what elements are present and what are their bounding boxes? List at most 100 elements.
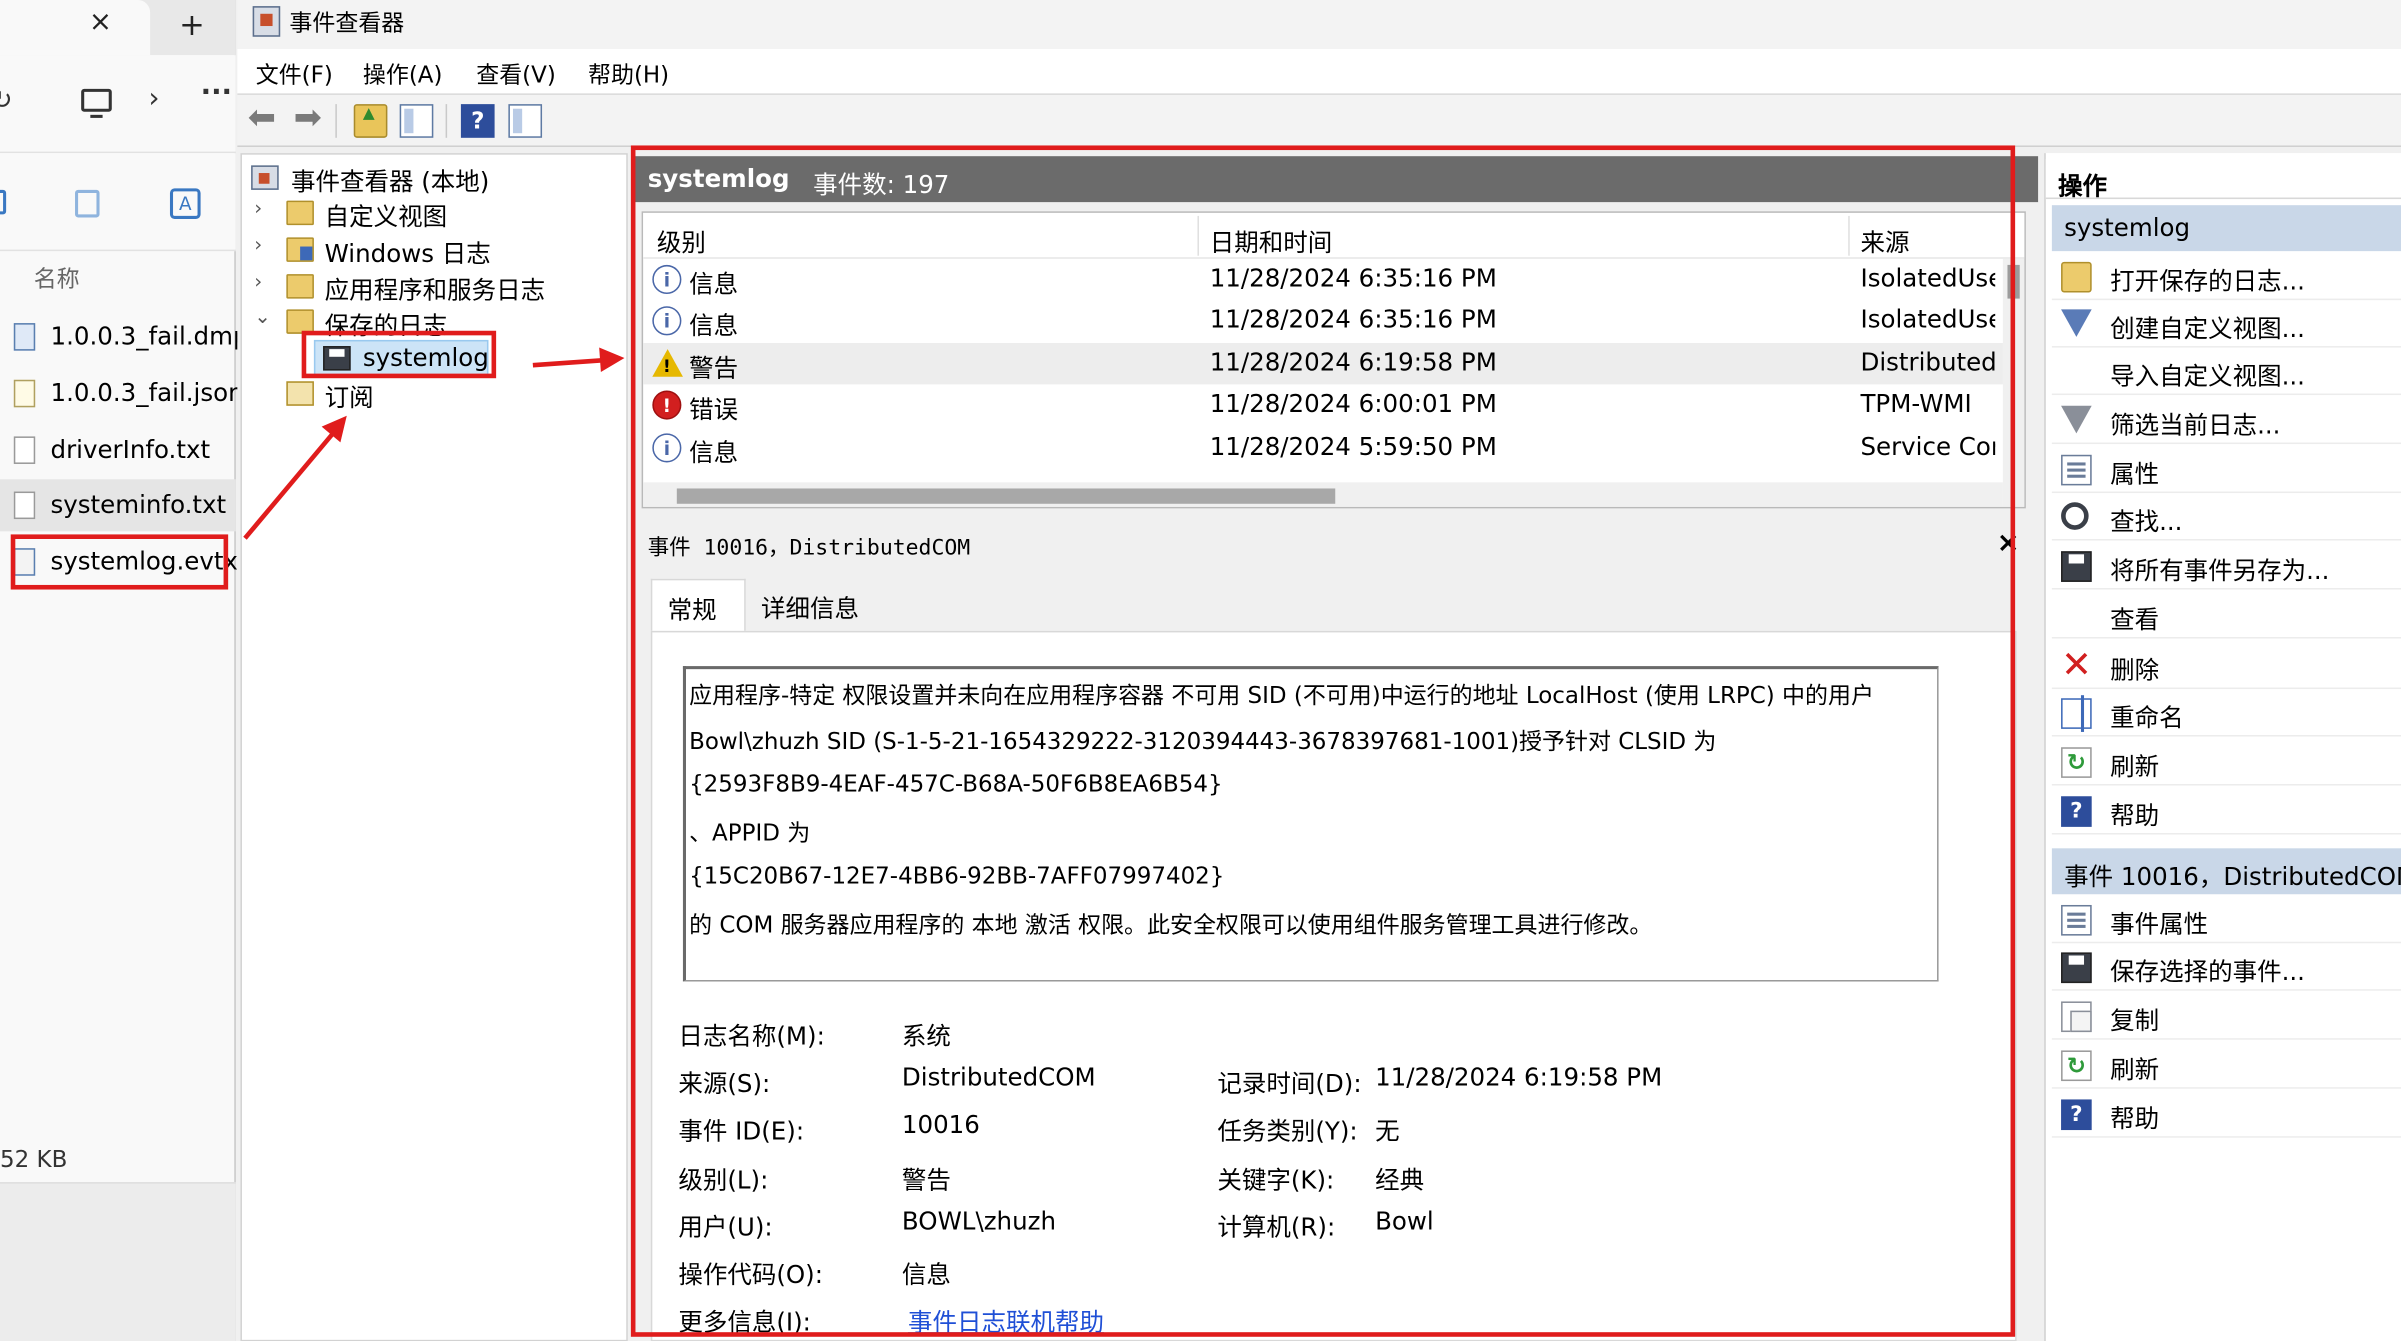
file-name: 1.0.0.3_fail.dmp	[50, 321, 249, 351]
screen: × + ↻ › ··· A 名称 1.0.0.3_fail.dmp 1.0.0.…	[0, 0, 2401, 1341]
menu-help[interactable]: 帮助(H)	[588, 58, 669, 90]
action-label: 帮助	[2110, 800, 2160, 830]
tree-label: 订阅	[324, 382, 374, 412]
tree-label: Windows 日志	[324, 238, 491, 268]
action-open-saved-log[interactable]: 打开保存的日志...	[2051, 253, 2401, 301]
refresh-icon: ↻	[2061, 747, 2092, 778]
action-create-custom-view[interactable]: 创建自定义视图...	[2051, 300, 2401, 348]
action-label: 刷新	[2110, 1055, 2160, 1085]
copy-icon[interactable]	[75, 189, 100, 218]
help-icon[interactable]: ?	[460, 104, 495, 138]
action-label: 查找...	[2110, 506, 2183, 536]
action-rename[interactable]: 重命名	[2051, 689, 2401, 737]
save-icon	[2061, 952, 2092, 984]
explorer-tab-bar: × +	[0, 0, 236, 56]
menu-view[interactable]: 查看(V)	[476, 58, 556, 90]
chevron-right-icon[interactable]: ›	[254, 234, 262, 257]
action-import-custom-view[interactable]: 导入自定义视图...	[2051, 348, 2401, 396]
more-icon[interactable]: ···	[201, 77, 232, 109]
action-save-all-events[interactable]: 将所有事件另存为...	[2051, 542, 2401, 590]
action-label: 保存选择的事件...	[2110, 957, 2305, 987]
action-refresh[interactable]: ↻ 刷新	[2051, 738, 2401, 786]
tree-label: 事件查看器 (本地)	[290, 166, 490, 196]
action-label: 创建自定义视图...	[2110, 313, 2305, 343]
help-icon: ?	[2061, 796, 2092, 827]
rename-icon[interactable]: A	[169, 188, 201, 219]
action-properties[interactable]: 属性	[2051, 446, 2401, 494]
action-label: 筛选当前日志...	[2110, 410, 2281, 440]
toolbar-separator	[445, 104, 448, 138]
action-label: 事件属性	[2110, 909, 2209, 939]
action-copy[interactable]: 复制	[2051, 992, 2401, 1040]
filter-icon	[2061, 309, 2092, 337]
dump-file-icon	[13, 323, 36, 351]
chevron-right-icon[interactable]: ›	[149, 83, 160, 115]
text-file-icon	[13, 491, 36, 520]
help-icon: ?	[2061, 1099, 2092, 1131]
title-bar: 事件查看器	[237, 0, 2401, 49]
file-item[interactable]: driverInfo.txt	[0, 424, 236, 476]
annotation-box-evtx-file	[10, 534, 229, 590]
cut-icon[interactable]	[0, 189, 7, 215]
delete-icon: ✕	[2061, 643, 2092, 686]
toolbar-separator	[335, 104, 337, 138]
file-name: driverInfo.txt	[50, 434, 211, 464]
actions-section-event[interactable]: 事件 10016，DistributedCOM	[2051, 848, 2401, 895]
text-file-icon	[13, 436, 36, 464]
action-label: 将所有事件另存为...	[2110, 555, 2330, 585]
action-label: 刷新	[2110, 751, 2160, 781]
menu-file[interactable]: 文件(F)	[256, 58, 333, 90]
filter-icon	[2061, 405, 2092, 434]
file-item[interactable]: systeminfo.txt	[0, 479, 236, 532]
chevron-right-icon[interactable]: ›	[254, 271, 262, 294]
action-save-selected-events[interactable]: 保存选择的事件...	[2051, 943, 2401, 991]
chevron-right-icon[interactable]: ›	[254, 198, 262, 221]
up-folder-icon[interactable]	[353, 104, 388, 138]
subscription-icon	[286, 381, 314, 406]
action-find[interactable]: 查找...	[2051, 493, 2401, 541]
save-icon	[2061, 551, 2092, 582]
explorer-bottom-area	[0, 1182, 236, 1341]
forward-arrow-icon[interactable]: ➡	[291, 102, 325, 138]
file-name: systeminfo.txt	[50, 490, 227, 520]
toolbar: ⬅ ➡ ?	[237, 94, 2401, 147]
column-header-name[interactable]: 名称	[34, 262, 80, 294]
actions-pane: 操作 systemlog 打开保存的日志... 创建自定义视图... 导入自定义…	[2044, 153, 2401, 1341]
chevron-down-icon[interactable]: ⌄	[254, 306, 271, 329]
open-folder-icon	[2061, 261, 2092, 293]
annotation-box-systemlog	[301, 330, 497, 379]
monitor-icon[interactable]	[81, 88, 112, 118]
action-filter-current-log[interactable]: 筛选当前日志...	[2051, 397, 2401, 445]
back-arrow-icon[interactable]: ⬅	[245, 102, 279, 138]
rename-icon	[2061, 695, 2092, 732]
action-delete[interactable]: ✕ 删除	[2051, 642, 2401, 690]
action-label: 复制	[2110, 1006, 2160, 1036]
json-file-icon	[13, 379, 36, 408]
refresh-icon[interactable]: ↻	[0, 86, 13, 117]
explorer-tab[interactable]: ×	[0, 0, 151, 56]
window-title: 事件查看器	[289, 9, 405, 37]
action-label: 帮助	[2110, 1104, 2160, 1134]
file-item[interactable]: 1.0.0.3_fail.json	[0, 368, 244, 420]
action-label: 查看	[2110, 604, 2160, 634]
menu-action[interactable]: 操作(A)	[363, 58, 443, 90]
binoculars-icon	[2061, 502, 2089, 530]
show-hide-tree-icon[interactable]	[399, 104, 434, 138]
tree-label: 自定义视图	[324, 202, 448, 232]
action-label: 删除	[2110, 655, 2160, 685]
action-label: 打开保存的日志...	[2110, 266, 2305, 296]
file-item[interactable]: 1.0.0.3_fail.dmp	[0, 311, 249, 363]
new-tab-icon[interactable]: +	[179, 6, 205, 43]
actions-title: 操作	[2045, 159, 2401, 201]
action-event-properties[interactable]: 事件属性	[2051, 896, 2401, 944]
annotation-box-event-panel	[630, 145, 2016, 1337]
close-icon[interactable]: ×	[89, 6, 112, 38]
action-help-event[interactable]: ? 帮助	[2051, 1090, 2401, 1138]
action-pane-icon[interactable]	[508, 104, 543, 138]
actions-section-log[interactable]: systemlog	[2051, 205, 2401, 252]
action-help[interactable]: ? 帮助	[2051, 787, 2401, 835]
selection-size: 52 KB	[0, 1145, 68, 1173]
action-refresh-event[interactable]: ↻ 刷新	[2051, 1041, 2401, 1089]
action-view[interactable]: 查看	[2051, 591, 2401, 639]
tree-label: 应用程序和服务日志	[324, 275, 546, 305]
